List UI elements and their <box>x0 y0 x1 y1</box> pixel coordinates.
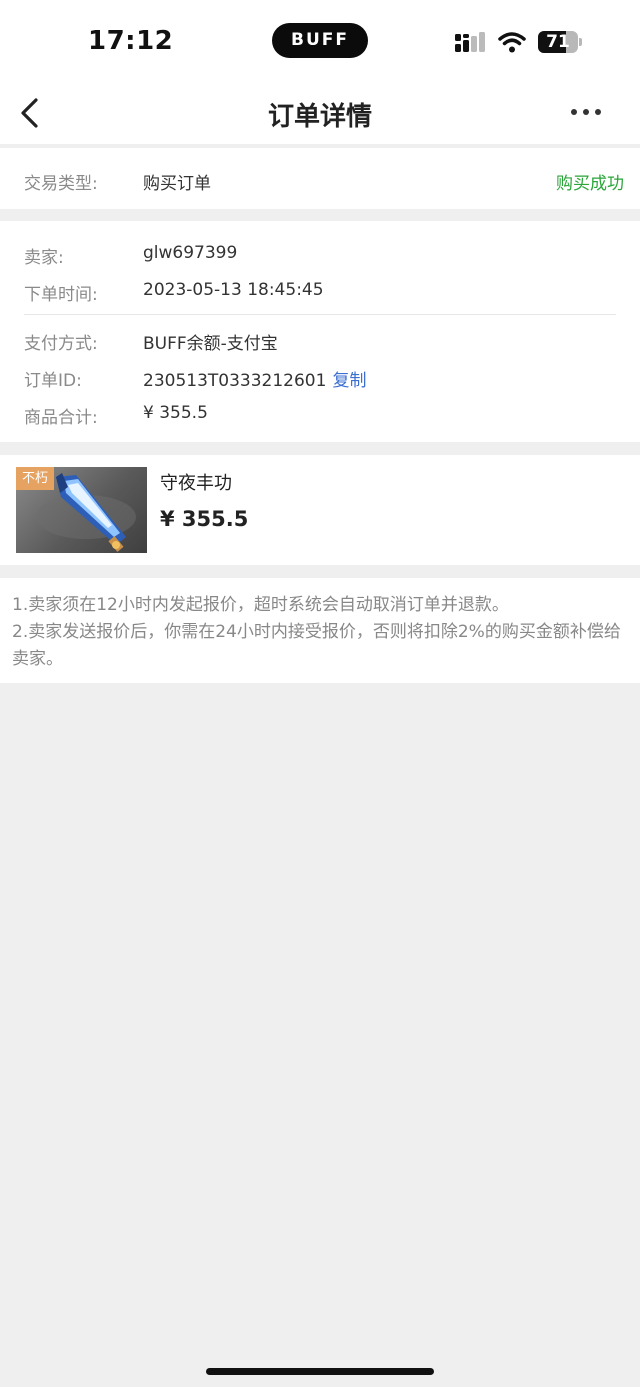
navigation-bar: 订单详情 <box>0 82 640 144</box>
copy-order-id-link[interactable]: 复制 <box>332 371 366 391</box>
order-id-value: 230513T0333212601 <box>143 371 327 391</box>
trade-type-section: 交易类型: 购买订单 购买成功 <box>0 148 640 209</box>
order-id-row: 230513T0333212601 复制 <box>143 366 366 391</box>
battery-indicator: 71 <box>538 31 582 53</box>
trade-status-badge: 购买成功 <box>556 174 624 194</box>
order-time-value: 2023-05-13 18:45:45 <box>143 280 324 300</box>
total-label: 商品合计: <box>24 408 98 428</box>
payment-method-label: 支付方式: <box>24 334 98 354</box>
item-thumbnail: 不朽 <box>16 467 147 553</box>
cellular-signal-icon <box>455 32 485 52</box>
seller-label: 卖家: <box>24 248 64 268</box>
dynamic-island-logo: BUFF <box>272 23 368 58</box>
rarity-badge: 不朽 <box>16 467 54 490</box>
notice-line-1: 1.卖家须在12小时内发起报价，超时系统会自动取消订单并退款。 <box>12 595 509 615</box>
item-card[interactable]: 不朽 守夜丰功 ¥ 355.5 <box>0 455 640 565</box>
trade-type-label: 交易类型: <box>24 174 98 194</box>
status-time: 17:12 <box>88 26 174 56</box>
notice-section: 1.卖家须在12小时内发起报价，超时系统会自动取消订单并退款。 2.卖家发送报价… <box>0 578 640 683</box>
seller-value: glw697399 <box>143 243 238 263</box>
battery-level: 71 <box>546 32 570 52</box>
notice-line-2: 2.卖家发送报价后，你需在24小时内接受报价，否则将扣除2%的购买金额补偿给卖家… <box>12 622 621 669</box>
page-title: 订单详情 <box>267 102 372 132</box>
total-value: ¥ 355.5 <box>143 403 208 423</box>
item-price: ¥ 355.5 <box>160 507 249 531</box>
order-time-label: 下单时间: <box>24 285 98 305</box>
wifi-icon <box>498 32 526 53</box>
trade-type-value: 购买订单 <box>143 174 211 194</box>
item-name: 守夜丰功 <box>160 473 232 494</box>
status-bar: 17:12 BUFF 71 <box>0 0 640 82</box>
divider <box>24 314 616 315</box>
order-info-section: 卖家: glw697399 下单时间: 2023-05-13 18:45:45 … <box>0 221 640 442</box>
notice-text: 1.卖家须在12小时内发起报价，超时系统会自动取消订单并退款。 2.卖家发送报价… <box>12 592 628 673</box>
order-id-label: 订单ID: <box>24 371 82 391</box>
home-indicator[interactable] <box>206 1368 434 1375</box>
more-options-icon[interactable] <box>568 100 604 124</box>
payment-method-value: BUFF余额-支付宝 <box>143 334 278 354</box>
